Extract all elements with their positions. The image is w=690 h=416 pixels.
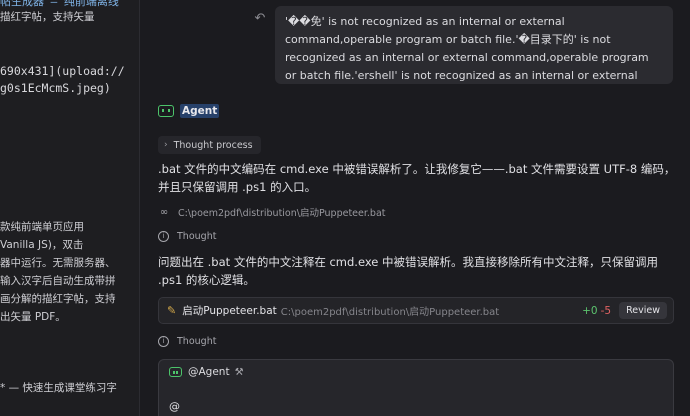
agent-header: Agent [158, 104, 220, 118]
chat-input[interactable] [169, 397, 649, 415]
thought-row[interactable]: i Thought [158, 231, 216, 242]
diff-deletions: -5 [600, 304, 612, 317]
agent-paragraph-2: 问题出在 .bat 文件的中文注释在 cmd.exe 中被错误解析。我直接移除所… [158, 255, 659, 287]
file-edit-card[interactable]: ✎ 启动Puppeteer.bat C:\poem2pdf\distributi… [158, 297, 674, 324]
review-button[interactable]: Review [619, 302, 667, 319]
thought-process-toggle[interactable]: › Thought process [158, 136, 261, 154]
info-icon: i [158, 231, 169, 242]
editor-line: 器中运行。无需服务器、 [0, 257, 116, 269]
thought-row[interactable]: i Thought [158, 336, 216, 347]
editor-line: 画分解的描红字帖，支持 [0, 293, 116, 305]
thought-label: Thought [177, 336, 217, 347]
read-file-path: C:\poem2pdf\distribution\启动Puppeteer.bat [178, 208, 386, 219]
editor-line: * — 快速生成课堂练习字 [0, 382, 117, 394]
undo-icon[interactable]: ↶ [252, 11, 268, 27]
composer-header: @Agent ⚒ [169, 366, 244, 378]
file-path: C:\poem2pdf\distribution\启动Puppeteer.bat [280, 307, 500, 318]
read-file-row[interactable]: ∞ C:\poem2pdf\distribution\启动Puppeteer.b… [158, 205, 386, 220]
composer[interactable]: @Agent ⚒ [158, 359, 674, 416]
info-icon: i [158, 336, 169, 347]
agent-paragraph-1: .bat 文件的中文编码在 cmd.exe 中被错误解析了。让我修复它——.ba… [158, 162, 676, 194]
tools-icon[interactable]: ⚒ [235, 367, 244, 378]
editor-line: 款纯前端单页应用 [0, 221, 84, 233]
chevron-right-icon: › [164, 140, 168, 150]
agent-mention[interactable]: @Agent [188, 366, 230, 378]
chat-panel: ↶ '��免' is not recognized as an internal… [148, 0, 690, 416]
user-message[interactable]: '��免' is not recognized as an internal o… [275, 6, 673, 84]
editor-line: g0s1EcMcmS.jpeg) [0, 81, 111, 95]
diff-additions: +0 [582, 304, 598, 317]
glasses-icon: ∞ [159, 206, 169, 218]
bot-icon [158, 105, 174, 117]
editor-line: 690x431](upload:// [0, 64, 125, 78]
editor-line: Vanilla JS)，双击 [0, 239, 84, 251]
editor-line: 出矢量 PDF。 [0, 311, 66, 323]
thought-label: Thought [177, 231, 217, 242]
thought-process-label: Thought process [173, 139, 253, 151]
editor-line: 描红字帖，支持矢量 [0, 11, 95, 23]
bot-icon [169, 367, 182, 377]
pencil-icon: ✎ [167, 304, 177, 317]
editor-pane[interactable]: 帖生成器 — 纯前端离线 描红字帖，支持矢量 690x431](upload:/… [0, 0, 140, 416]
agent-name: Agent [180, 104, 220, 118]
file-name[interactable]: 启动Puppeteer.bat [182, 303, 277, 318]
editor-line: 输入汉字后自动生成带拼 [0, 275, 116, 287]
